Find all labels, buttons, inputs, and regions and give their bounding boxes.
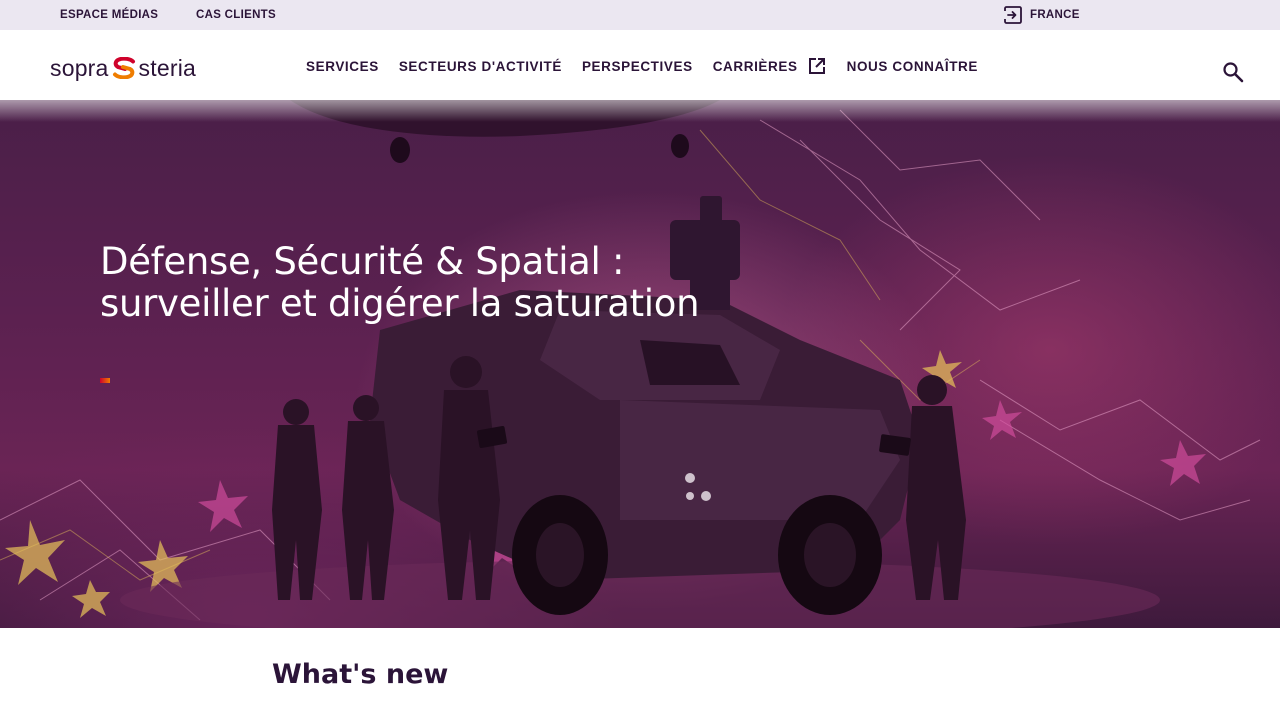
nav-item-nous-connaitre[interactable]: NOUS CONNAÎTRE xyxy=(837,59,988,74)
espace-medias-link[interactable]: ESPACE MÉDIAS xyxy=(60,9,158,21)
nav-item-carrieres[interactable]: CARRIÈRES xyxy=(703,56,837,76)
main-navigation: SERVICES SECTEURS D'ACTIVITÉ PERSPECTIVE… xyxy=(296,54,988,78)
logo-text-sopra: sopra xyxy=(50,54,109,81)
language-label: FRANCE xyxy=(1030,9,1080,21)
whats-new-heading: What's new xyxy=(272,659,449,690)
hero-title: Défense, Sécurité & Spatial : surveiller… xyxy=(100,240,700,325)
search-button[interactable] xyxy=(1221,60,1245,84)
hero-top-shadow xyxy=(0,100,1280,122)
utility-bar: ESPACE MÉDIAS CAS CLIENTS FRANCE xyxy=(0,0,1280,30)
nav-item-services[interactable]: SERVICES xyxy=(296,59,389,74)
logo-text-steria: steria xyxy=(138,54,196,81)
external-link-icon xyxy=(808,58,825,74)
nav-item-carrieres-label: CARRIÈRES xyxy=(712,58,798,74)
cas-clients-link[interactable]: CAS CLIENTS xyxy=(196,9,276,21)
nav-item-secteurs[interactable]: SECTEURS D'ACTIVITÉ xyxy=(389,59,572,74)
hero-image-military-vehicle xyxy=(0,100,1261,628)
nav-item-perspectives[interactable]: PERSPECTIVES xyxy=(572,59,703,74)
hero-title-accent-bar xyxy=(100,378,110,383)
sopra-steria-s-logo-icon xyxy=(112,57,135,79)
hero-banner: Défense, Sécurité & Spatial : surveiller… xyxy=(0,100,1280,628)
sopra-steria-logo[interactable]: sopra steria xyxy=(50,54,196,82)
sign-in-icon xyxy=(1003,6,1022,24)
language-selector[interactable]: FRANCE xyxy=(1003,5,1080,25)
main-header: sopra steria SERVICES SECTEURS D'ACTIVIT… xyxy=(0,30,1280,100)
search-icon xyxy=(1223,62,1244,83)
